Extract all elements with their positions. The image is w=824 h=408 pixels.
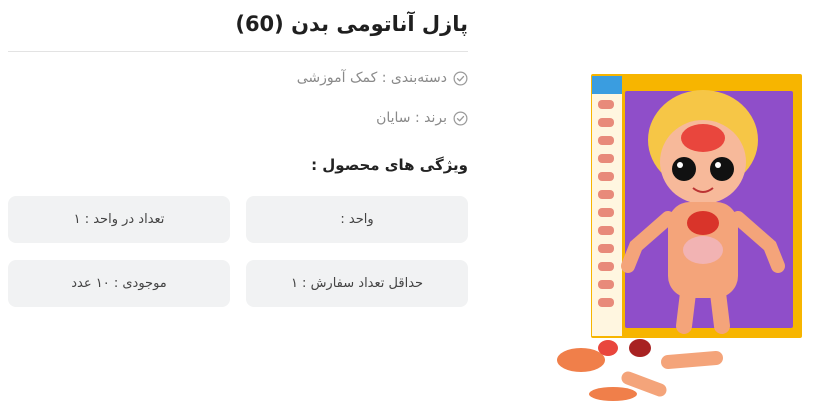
features-title: ویژگی های محصول : — [311, 156, 468, 174]
feature-min-order: حداقل تعداد سفارش : ۱ — [246, 260, 468, 307]
brand-text: برند : سایان — [376, 110, 447, 126]
check-circle-icon — [453, 111, 468, 126]
check-circle-icon — [453, 71, 468, 86]
category-row: دسته‌بندی : کمک آموزشی — [297, 67, 468, 89]
category-text: دسته‌بندی : کمک آموزشی — [296, 70, 447, 86]
brand-row: برند : سایان — [376, 107, 468, 129]
product-image[interactable] — [548, 68, 808, 404]
product-title: پازل آناتومی بدن (60) — [235, 12, 468, 36]
feature-count-per-unit: تعداد در واحد : ۱ — [8, 196, 230, 243]
feature-stock: موجودی : ۱۰ عدد — [8, 260, 230, 307]
divider — [8, 51, 468, 52]
feature-unit: واحد : — [246, 196, 468, 243]
